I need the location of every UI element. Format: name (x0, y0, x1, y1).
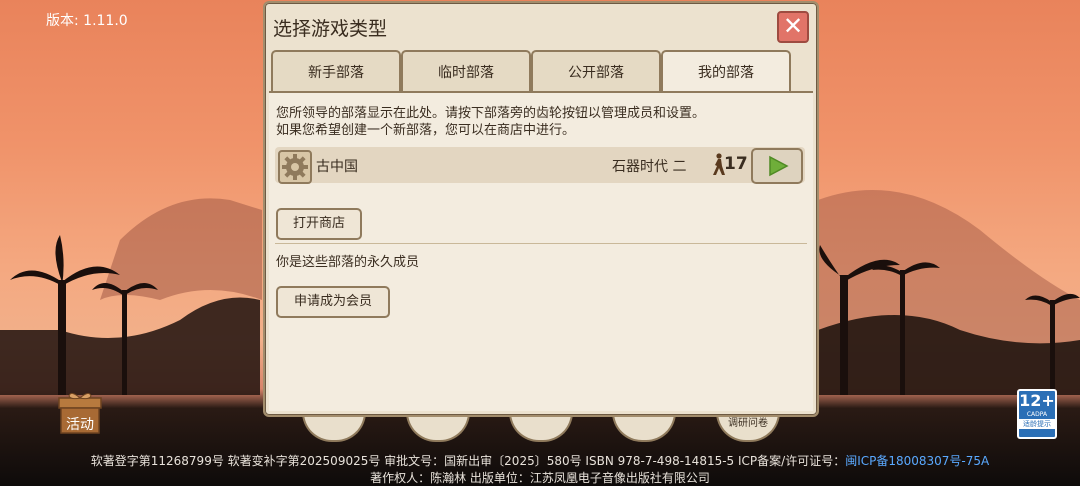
tribe-era: 石器时代 二 (612, 159, 687, 175)
tribe-row: 古中国 石器时代 二 17 (275, 147, 805, 184)
activity-label: 活动 (66, 417, 94, 433)
close-button[interactable]: ✕ (777, 11, 809, 43)
apply-member-button[interactable]: 申请成为会员 (276, 286, 390, 318)
game-type-dialog: 选择游戏类型 ✕ 新手部落 临时部落 公开部落 我的部落 您所领导的部落显示在此… (263, 1, 819, 417)
activity-button[interactable]: 活动 (57, 390, 103, 434)
tribe-settings-button[interactable] (278, 150, 312, 184)
description: 您所领导的部落显示在此处。请按下部落旁的齿轮按钮以管理成员和设置。 如果您希望创… (276, 105, 705, 139)
permanent-member-text: 你是这些部落的永久成员 (276, 255, 420, 270)
tab-temporary-tribe[interactable]: 临时部落 (401, 50, 531, 92)
close-icon: ✕ (782, 12, 804, 40)
tab-beginner-tribe[interactable]: 新手部落 (271, 50, 401, 92)
tribe-name: 古中国 (316, 159, 358, 175)
footer-publisher-line: 著作权人：陈瀚林 出版单位：江苏凤凰电子音像出版社有限公司 (370, 471, 710, 485)
icp-link[interactable]: 闽ICP备18008307号-75A (845, 454, 989, 468)
age-rating-badge: 12+ CADPA 适龄提示 (1017, 389, 1057, 439)
open-shop-button[interactable]: 打开商店 (276, 208, 362, 240)
age-tip: 适龄提示 (1019, 419, 1055, 429)
footer-license-line: 软著登字第11268799号 软著变补字第202509025号 审批文号：国新出… (0, 452, 1080, 469)
dialog-title: 选择游戏类型 (273, 18, 388, 40)
description-line-2: 如果您希望创建一个新部落，您可以在商店中进行。 (276, 123, 576, 138)
play-icon (769, 155, 789, 177)
age-org: CADPA (1026, 411, 1048, 418)
tribe-member-count: 17 (724, 154, 748, 174)
age-rating: 12+ (1019, 391, 1055, 410)
tab-my-tribe[interactable]: 我的部落 (661, 50, 791, 94)
play-button[interactable] (751, 148, 803, 184)
description-line-1: 您所领导的部落显示在此处。请按下部落旁的齿轮按钮以管理成员和设置。 (276, 106, 706, 121)
version-label: 版本: 1.11.0 (46, 13, 128, 29)
gear-icon (282, 154, 308, 180)
footer-license-text: 软著登字第11268799号 软著变补字第202509025号 审批文号：国新出… (90, 454, 846, 468)
tab-content: 您所领导的部落显示在此处。请按下部落旁的齿轮按钮以管理成员和设置。 如果您希望创… (269, 93, 813, 411)
tab-public-tribe[interactable]: 公开部落 (531, 50, 661, 92)
section-divider (275, 243, 807, 244)
